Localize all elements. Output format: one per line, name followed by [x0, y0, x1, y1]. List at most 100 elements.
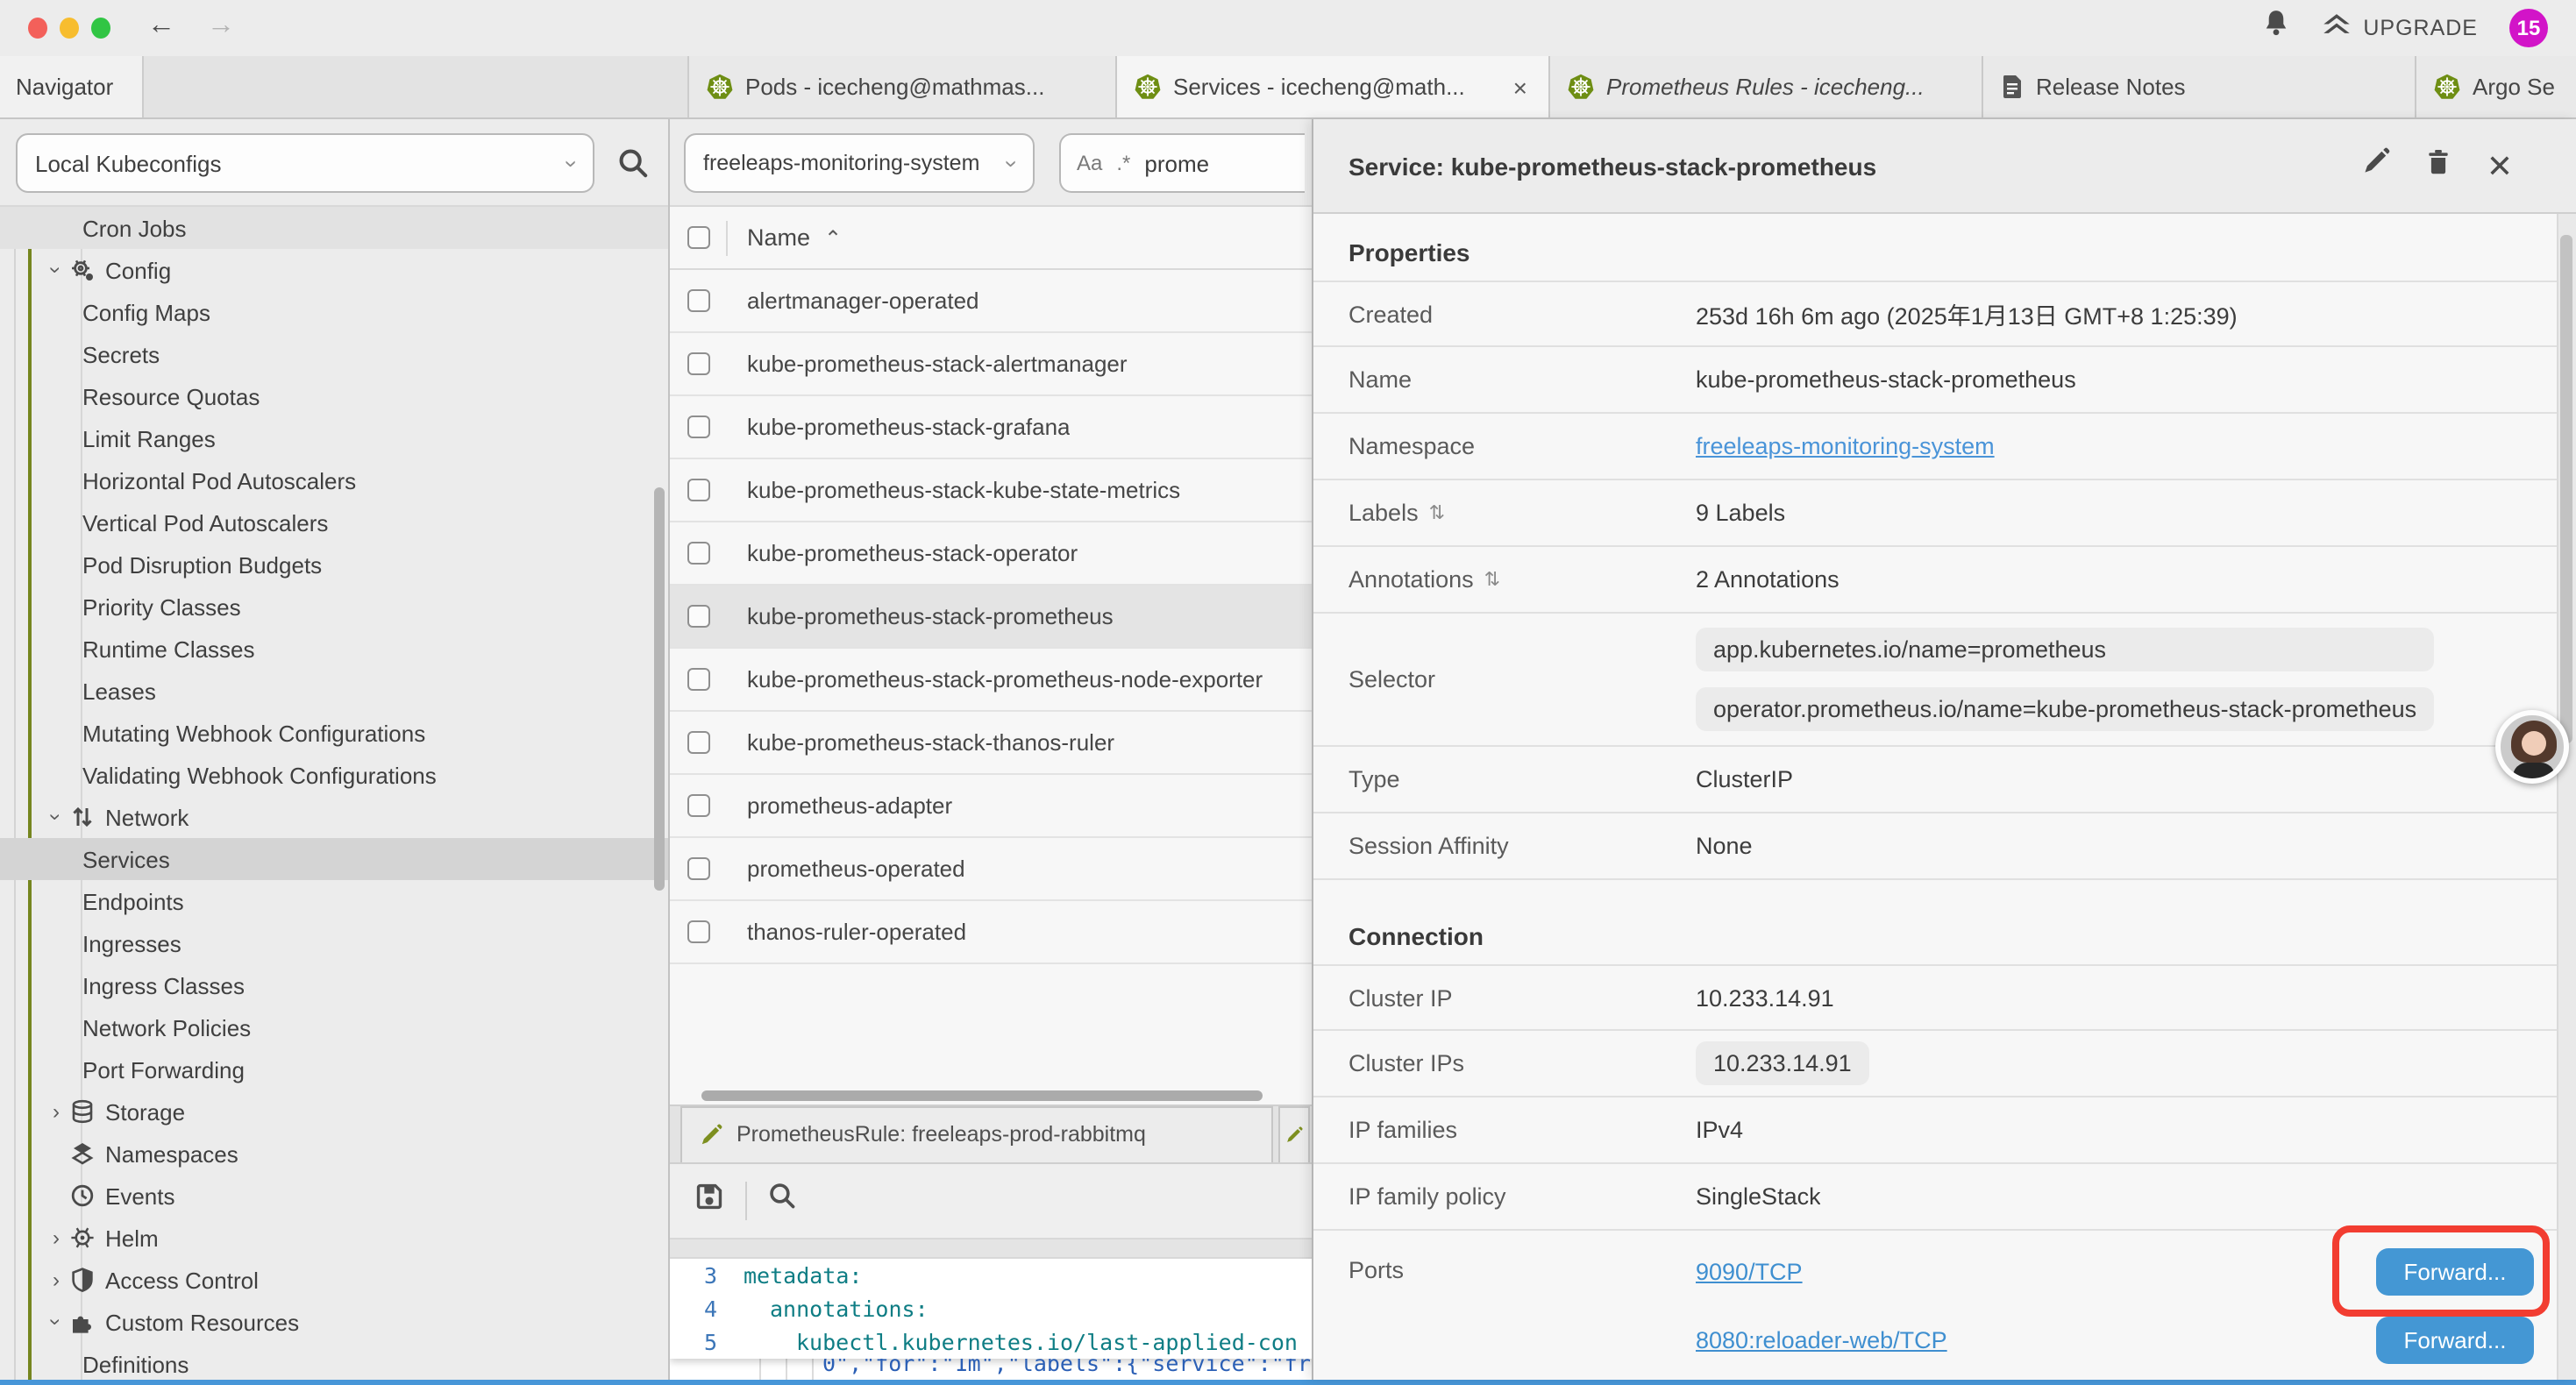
horizontal-scrollbar-thumb[interactable]	[701, 1090, 1263, 1100]
close-tab-icon[interactable]: ×	[1510, 73, 1531, 101]
cluster-ip-chip[interactable]: 10.233.14.91	[1696, 1041, 1869, 1085]
editor-tab-partial[interactable]	[1278, 1105, 1310, 1161]
port-link[interactable]: 8080:reloader-web/TCP	[1696, 1327, 1947, 1353]
table-row-kube-prometheus-stack-prometheus[interactable]: kube-prometheus-stack-prometheus	[670, 586, 1312, 649]
table-row-kube-prometheus-stack-alertmanager[interactable]: kube-prometheus-stack-alertmanager	[670, 333, 1312, 396]
yaml-editor[interactable]: 3metadata:4annotations:5kubectl.kubernet…	[670, 1258, 1312, 1380]
notifications-bell-icon[interactable]	[2261, 9, 2289, 47]
sidebar-item-events[interactable]: ›Events	[0, 1175, 668, 1217]
tab-services[interactable]: Services - icecheng@math...×	[1117, 56, 1550, 117]
chevron-collapsed-icon[interactable]: ›	[42, 1225, 70, 1250]
namespace-selector[interactable]: freeleaps-monitoring-system ›	[684, 133, 1035, 193]
table-row-kube-prometheus-stack-operator[interactable]: kube-prometheus-stack-operator	[670, 522, 1312, 586]
user-avatar[interactable]	[2495, 710, 2569, 784]
sidebar-item-ingress-classes[interactable]: Ingress Classes	[0, 964, 668, 1006]
editor-tab-prometheusrule[interactable]: PrometheusRule: freeleaps-prod-rabbitmq	[680, 1105, 1273, 1161]
sidebar-item-storage[interactable]: ›Storage	[0, 1090, 668, 1133]
forward-button[interactable]: Forward...	[2376, 1317, 2534, 1364]
row-checkbox[interactable]	[687, 794, 710, 817]
sidebar-item-config[interactable]: ›Config	[0, 249, 668, 291]
upgrade-button[interactable]: UPGRADE	[2321, 14, 2478, 42]
minimize-window-button[interactable]	[60, 18, 79, 39]
row-checkbox[interactable]	[687, 857, 710, 880]
maximize-window-button[interactable]	[91, 18, 110, 39]
regex-icon[interactable]: .*	[1116, 151, 1130, 175]
select-all-checkbox[interactable]	[687, 226, 710, 249]
horizontal-scrollbar[interactable]	[670, 1086, 1312, 1104]
table-row-prometheus-adapter[interactable]: prometheus-adapter	[670, 775, 1312, 838]
table-row-kube-prometheus-stack-kube-state-metrics[interactable]: kube-prometheus-stack-kube-state-metrics	[670, 459, 1312, 522]
close-panel-icon[interactable]: ✕	[2487, 150, 2513, 181]
port-link[interactable]: 9090/TCP	[1696, 1259, 1803, 1285]
chevron-expanded-icon[interactable]: ›	[44, 256, 68, 284]
sidebar-item-resource-quotas[interactable]: Resource Quotas	[0, 375, 668, 417]
row-checkbox[interactable]	[687, 479, 710, 501]
detail-scrollbar[interactable]	[2557, 214, 2576, 1380]
expand-updown-icon[interactable]: ⇅	[1429, 501, 1445, 524]
sidebar-item-leases[interactable]: Leases	[0, 670, 668, 712]
sidebar-item-network-policies[interactable]: Network Policies	[0, 1006, 668, 1048]
name-column-header[interactable]: Name	[747, 224, 810, 251]
match-case-icon[interactable]: Aa	[1077, 151, 1102, 175]
row-checkbox[interactable]	[687, 416, 710, 438]
sidebar-item-horizontal-pod-autoscalers[interactable]: Horizontal Pod Autoscalers	[0, 459, 668, 501]
tab-prometheus-rules[interactable]: Prometheus Rules - icecheng...	[1550, 56, 1983, 117]
row-checkbox[interactable]	[687, 668, 710, 691]
sidebar-item-config-maps[interactable]: Config Maps	[0, 291, 668, 333]
editor-search-icon[interactable]	[768, 1182, 796, 1218]
row-checkbox[interactable]	[687, 542, 710, 565]
sidebar-item-cron-jobs[interactable]: Cron Jobs	[0, 207, 668, 249]
notification-count-badge[interactable]: 15	[2509, 9, 2548, 47]
tab-release-notes[interactable]: Release Notes	[1983, 56, 2416, 117]
sidebar-item-endpoints[interactable]: Endpoints	[0, 880, 668, 922]
property-value[interactable]: 2 Annotations	[1696, 566, 1839, 593]
sidebar-item-runtime-classes[interactable]: Runtime Classes	[0, 628, 668, 670]
sidebar-item-definitions[interactable]: Definitions	[0, 1343, 668, 1380]
sort-ascending-icon[interactable]: ⌃	[824, 225, 842, 250]
sidebar-item-limit-ranges[interactable]: Limit Ranges	[0, 417, 668, 459]
sidebar-item-helm[interactable]: ›Helm	[0, 1217, 668, 1259]
table-row-kube-prometheus-stack-prometheus-node-exporter[interactable]: kube-prometheus-stack-prometheus-node-ex…	[670, 649, 1312, 712]
chevron-collapsed-icon[interactable]: ›	[42, 1268, 70, 1292]
sidebar-item-mutating-webhook-configurations[interactable]: Mutating Webhook Configurations	[0, 712, 668, 754]
sidebar-item-validating-webhook-configurations[interactable]: Validating Webhook Configurations	[0, 754, 668, 796]
detail-scrollbar-thumb[interactable]	[2560, 235, 2572, 743]
selector-chip[interactable]: app.kubernetes.io/name=prometheus	[1696, 628, 2434, 671]
sidebar-item-pod-disruption-budgets[interactable]: Pod Disruption Budgets	[0, 543, 668, 586]
chevron-expanded-icon[interactable]: ›	[44, 1308, 68, 1336]
tab-pods[interactable]: Pods - icecheng@mathmas...	[689, 56, 1117, 117]
table-row-prometheus-operated[interactable]: prometheus-operated	[670, 838, 1312, 901]
save-icon[interactable]	[694, 1181, 724, 1219]
tab-argo[interactable]: Argo Se	[2416, 56, 2576, 117]
sidebar-item-secrets[interactable]: Secrets	[0, 333, 668, 375]
history-back-button[interactable]: ←	[147, 12, 175, 40]
namespace-link[interactable]: freeleaps-monitoring-system	[1696, 433, 1995, 459]
sidebar-item-ingresses[interactable]: Ingresses	[0, 922, 668, 964]
row-checkbox[interactable]	[687, 289, 710, 312]
kubeconfig-selector[interactable]: Local Kubeconfigs ›	[16, 133, 594, 193]
row-checkbox[interactable]	[687, 920, 710, 943]
sidebar-item-vertical-pod-autoscalers[interactable]: Vertical Pod Autoscalers	[0, 501, 668, 543]
table-row-kube-prometheus-stack-grafana[interactable]: kube-prometheus-stack-grafana	[670, 396, 1312, 459]
delete-trash-icon[interactable]	[2425, 147, 2451, 184]
tab-navigator[interactable]: Navigator	[0, 56, 144, 117]
selector-chip[interactable]: operator.prometheus.io/name=kube-prometh…	[1696, 687, 2434, 731]
row-checkbox[interactable]	[687, 352, 710, 375]
sidebar-item-network[interactable]: ›Network	[0, 796, 668, 838]
row-checkbox[interactable]	[687, 731, 710, 754]
filter-input[interactable]: Aa .* prome	[1059, 133, 1305, 193]
sidebar-item-services[interactable]: Services	[0, 838, 668, 880]
sidebar-item-custom-resources[interactable]: ›Custom Resources	[0, 1301, 668, 1343]
table-row-kube-prometheus-stack-thanos-ruler[interactable]: kube-prometheus-stack-thanos-ruler	[670, 712, 1312, 775]
property-value[interactable]: 9 Labels	[1696, 500, 1785, 526]
sidebar-item-priority-classes[interactable]: Priority Classes	[0, 586, 668, 628]
row-checkbox[interactable]	[687, 605, 710, 628]
sidebar-scrollbar[interactable]	[654, 487, 665, 891]
forward-button[interactable]: Forward...	[2376, 1248, 2534, 1296]
chevron-expanded-icon[interactable]: ›	[44, 803, 68, 831]
close-window-button[interactable]	[28, 18, 47, 39]
sidebar-item-namespaces[interactable]: ›Namespaces	[0, 1133, 668, 1175]
history-forward-button[interactable]: →	[207, 12, 235, 40]
sidebar-item-port-forwarding[interactable]: Port Forwarding	[0, 1048, 668, 1090]
sidebar-search-icon[interactable]	[617, 147, 649, 188]
